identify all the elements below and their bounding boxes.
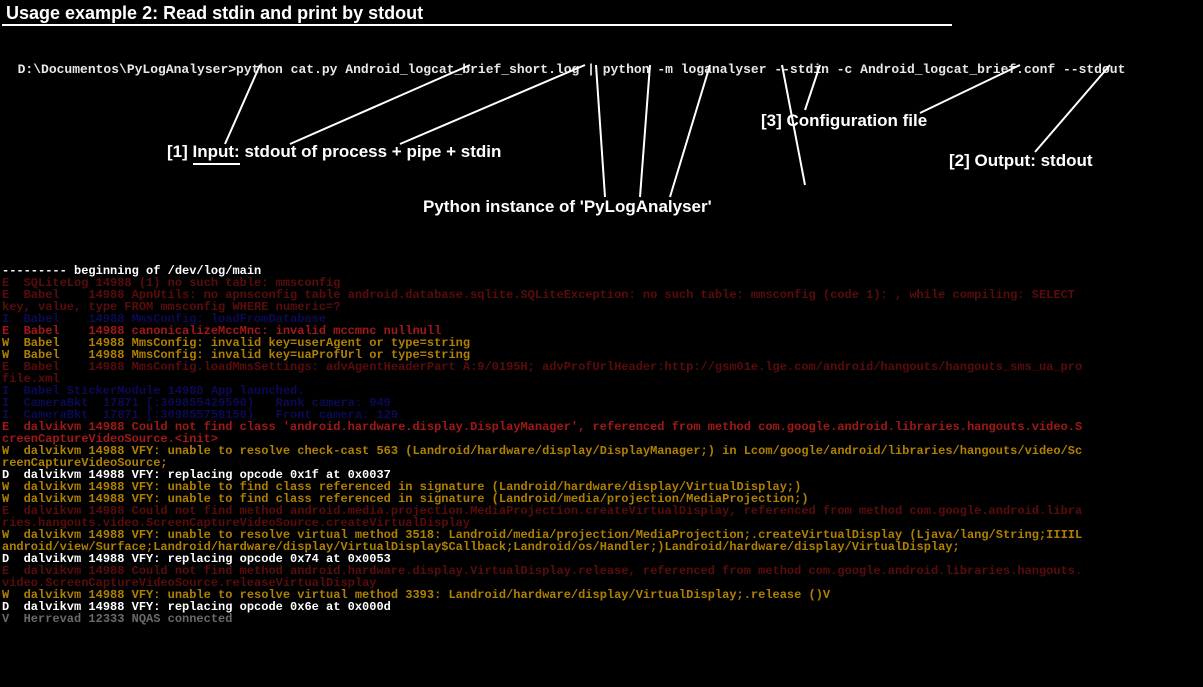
annotation-output: [2] Output: stdout — [949, 152, 1093, 169]
terminal-command-line: D:\Documentos\PyLogAnalyser>python cat.p… — [2, 50, 1125, 76]
log-line: V Herrevad 12333 NQAS connected — [2, 612, 232, 626]
page-title: Usage example 2: Read stdin and print by… — [2, 0, 952, 26]
annotation-input-num: [1] — [167, 142, 188, 161]
annotation-input-word: Input: — [193, 142, 240, 165]
log-output: --------- beginning of /dev/log/main E S… — [2, 265, 1082, 625]
prompt-path: D:\Documentos\PyLogAnalyser> — [18, 62, 236, 77]
command-text: python cat.py Android_logcat_brief_short… — [236, 62, 1125, 77]
log-line: E Babel 14988 MmsConfig.loadMmsSettings:… — [2, 360, 1082, 374]
annotation-input: [1] Input: stdout of process + pipe + st… — [167, 143, 501, 160]
annotation-input-rest: stdout of process + pipe + stdin — [240, 142, 502, 161]
annotation-python: Python instance of 'PyLogAnalyser' — [423, 198, 712, 215]
annotation-config: [3] Configuration file — [761, 112, 927, 129]
